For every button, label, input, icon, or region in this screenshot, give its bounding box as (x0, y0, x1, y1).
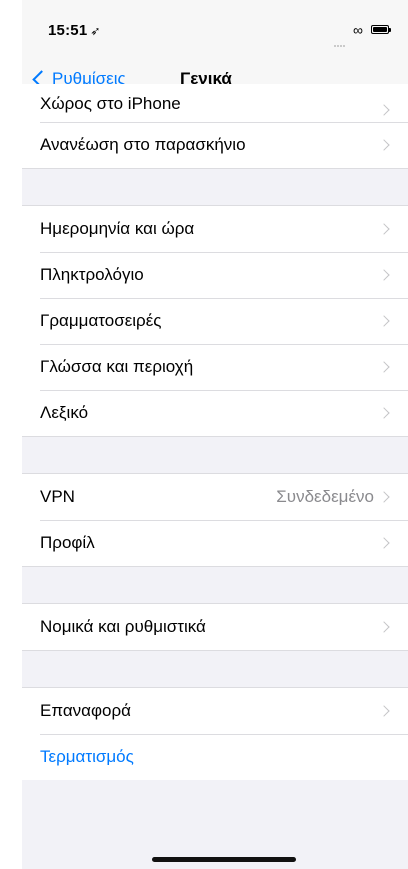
status-time: 15:51 ➶ (48, 22, 101, 39)
battery-icon (371, 25, 391, 34)
settings-row-background-refresh[interactable]: Ανανέωση στο παρασκήνιο (22, 122, 408, 168)
settings-group: Ημερομηνία και ώρα Πληκτρολόγιο Γραμματο… (22, 206, 408, 436)
row-label: Πληκτρολόγιο (40, 265, 144, 284)
settings-row-language-region[interactable]: Γλώσσα και περιοχή (22, 344, 408, 390)
settings-group: VPN Συνδεδεμένο Προφίλ (22, 474, 408, 566)
chevron-right-icon (378, 223, 390, 235)
row-label: Τερματισμός (40, 747, 134, 766)
settings-row-profile[interactable]: Προφίλ (22, 520, 408, 566)
settings-group: Χώρος στο iPhone Ανανέωση στο παρασκήνιο (22, 84, 408, 168)
chevron-right-icon (378, 705, 390, 717)
settings-row-vpn[interactable]: VPN Συνδεδεμένο (22, 474, 408, 520)
chevron-right-icon (378, 537, 390, 549)
vpn-status-value: Συνδεδεμένο (276, 487, 374, 506)
settings-row-reset[interactable]: Επαναφορά (22, 688, 408, 734)
settings-row-legal-regulatory[interactable]: Νομικά και ρυθμιστικά (22, 604, 408, 650)
row-label: Ανανέωση στο παρασκήνιο (40, 135, 246, 154)
row-label: Επαναφορά (40, 701, 131, 720)
shutdown-button[interactable]: Τερματισμός (22, 734, 408, 780)
signal-icon (334, 29, 350, 47)
row-label: Λεξικό (40, 403, 89, 422)
chevron-right-icon (378, 491, 390, 503)
group-separator (22, 168, 408, 206)
settings-row-date-time[interactable]: Ημερομηνία και ώρα (22, 206, 408, 252)
row-label: Νομικά και ρυθμιστικά (40, 617, 206, 636)
settings-group: Νομικά και ρυθμιστικά (22, 604, 408, 650)
chevron-right-icon (378, 407, 390, 419)
row-label: VPN (40, 487, 75, 506)
row-label: Χώρος στο iPhone (40, 94, 181, 113)
settings-list: Χώρος στο iPhone Ανανέωση στο παρασκήνιο… (22, 84, 408, 780)
row-label: Γραμματοσειρές (40, 311, 162, 330)
link-icon: ∞ (353, 22, 363, 38)
home-indicator[interactable] (152, 857, 296, 862)
chevron-right-icon (378, 139, 390, 151)
phone-screen: 15:51 ➶ ∞ Ρυθμίσεις Γενικά Χώρος στο iPho… (22, 0, 408, 869)
settings-row-fonts[interactable]: Γραμματοσειρές (22, 298, 408, 344)
group-separator (22, 566, 408, 604)
status-bar: 15:51 ➶ ∞ (22, 0, 408, 58)
row-label: Προφίλ (40, 533, 95, 552)
settings-group: Επαναφορά Τερματισμός (22, 688, 408, 780)
settings-row-iphone-storage[interactable]: Χώρος στο iPhone (22, 84, 408, 122)
row-label: Ημερομηνία και ώρα (40, 219, 195, 238)
chevron-right-icon (378, 104, 390, 116)
settings-row-dictionary[interactable]: Λεξικό (22, 390, 408, 436)
chevron-right-icon (378, 361, 390, 373)
group-separator (22, 436, 408, 474)
chevron-right-icon (378, 621, 390, 633)
row-label: Γλώσσα και περιοχή (40, 357, 194, 376)
chevron-right-icon (378, 315, 390, 327)
settings-row-keyboard[interactable]: Πληκτρολόγιο (22, 252, 408, 298)
group-separator (22, 650, 408, 688)
location-arrow-icon: ➶ (90, 24, 101, 38)
chevron-right-icon (378, 269, 390, 281)
